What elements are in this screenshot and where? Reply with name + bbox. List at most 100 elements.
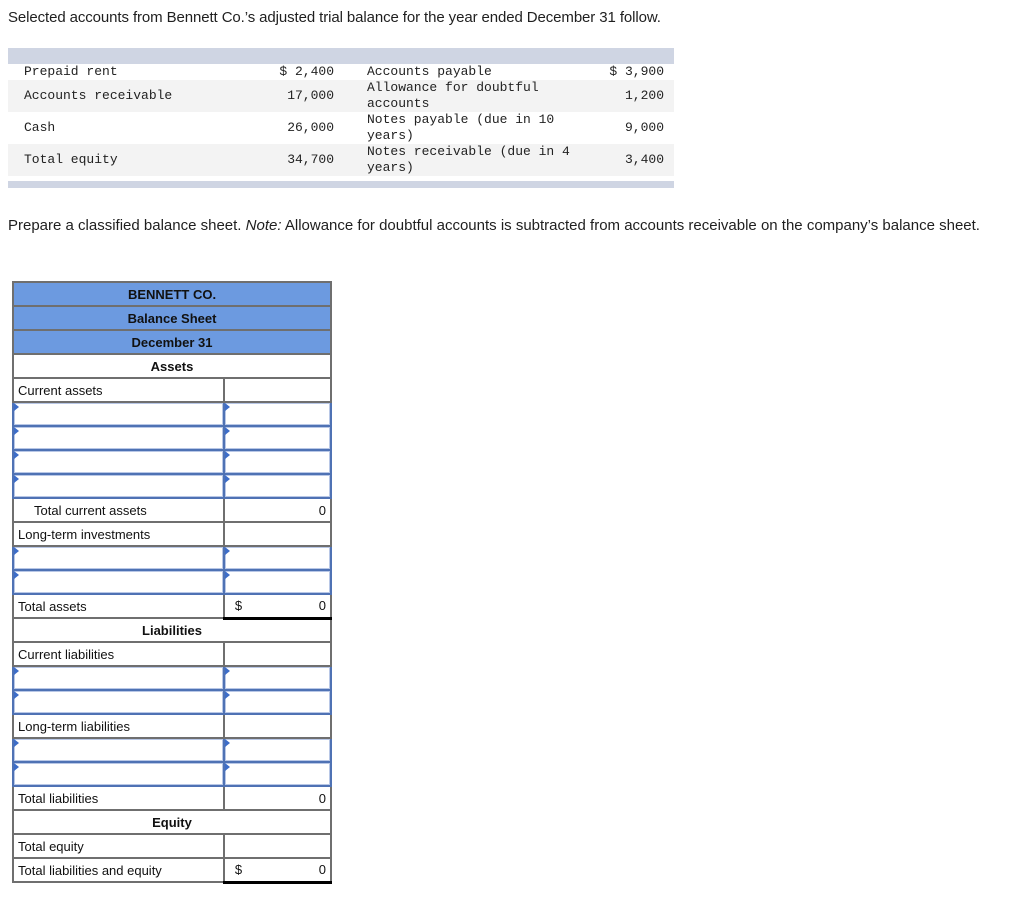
- amount-input[interactable]: [224, 691, 330, 713]
- account-name: Cash: [24, 120, 56, 135]
- long-term-investments-label: Long-term investments: [12, 521, 225, 547]
- amount-input[interactable]: [224, 547, 330, 569]
- assets-heading: Assets: [12, 353, 332, 379]
- account-select[interactable]: [12, 689, 225, 715]
- dropdown-flag-icon: [224, 667, 230, 675]
- account-name: Accounts receivable: [8, 80, 254, 112]
- amount-input[interactable]: [224, 571, 330, 593]
- amount-cell[interactable]: [222, 401, 333, 427]
- total-current-assets-label: Total current assets: [12, 497, 225, 523]
- dropdown-flag-icon: [224, 739, 230, 747]
- balance-sheet-form: BENNETT CO. Balance Sheet December 31 As…: [12, 281, 333, 884]
- account-value: 17,000: [254, 80, 342, 112]
- account-select[interactable]: [12, 401, 225, 427]
- amount-cell[interactable]: [222, 449, 333, 475]
- account-input[interactable]: [14, 547, 223, 569]
- input-row: [12, 449, 333, 475]
- account-value: 9,000: [624, 120, 664, 135]
- total-current-assets-value: 0: [222, 497, 333, 523]
- input-row: [12, 569, 333, 595]
- amount-cell[interactable]: [222, 665, 333, 691]
- account-select[interactable]: [12, 449, 225, 475]
- account-select[interactable]: [12, 761, 225, 787]
- input-row: [12, 545, 333, 571]
- liabilities-heading: Liabilities: [12, 617, 332, 643]
- input-row: [12, 473, 333, 499]
- input-row: [12, 425, 333, 451]
- account-input[interactable]: [14, 475, 223, 497]
- amount-input[interactable]: [224, 739, 330, 761]
- statement-date: December 31: [12, 329, 332, 355]
- total-liabilities-equity-value: $0: [222, 857, 333, 884]
- input-row: [12, 665, 333, 691]
- dropdown-flag-icon: [14, 451, 19, 459]
- dropdown-flag-icon: [14, 667, 19, 675]
- input-row: [12, 401, 333, 427]
- account-input[interactable]: [14, 739, 223, 761]
- account-input[interactable]: [14, 691, 223, 713]
- amount-input[interactable]: [224, 667, 330, 689]
- account-input[interactable]: [14, 403, 223, 425]
- amount-input[interactable]: [224, 763, 330, 785]
- account-input[interactable]: [14, 451, 223, 473]
- amount-cell[interactable]: [222, 425, 333, 451]
- dropdown-flag-icon: [224, 475, 230, 483]
- account-input[interactable]: [14, 667, 223, 689]
- amount-input[interactable]: [224, 427, 330, 449]
- total-assets-amount: 0: [318, 598, 326, 614]
- amount-cell[interactable]: [222, 545, 333, 571]
- dropdown-flag-icon: [224, 451, 230, 459]
- account-select[interactable]: [12, 473, 225, 499]
- currency-symbol: $: [234, 598, 243, 613]
- company-name: BENNETT CO.: [12, 281, 332, 307]
- dropdown-flag-icon: [14, 739, 19, 747]
- amount-cell[interactable]: [222, 569, 333, 595]
- trial-row: Accounts receivable 17,000 Allowance for…: [8, 80, 674, 112]
- account-value: $ 3,900: [609, 64, 664, 79]
- trial-balance-table: Prepaid rent $ 2,400 Accounts payable $ …: [8, 48, 674, 188]
- total-equity-value: [222, 833, 333, 859]
- input-row: [12, 689, 333, 715]
- dropdown-flag-icon: [224, 763, 230, 771]
- total-assets-value: $0: [222, 593, 333, 620]
- trial-row: Prepaid rent $ 2,400 Accounts payable $ …: [8, 64, 674, 80]
- trial-row: Cash 26,000 Notes payable (due in 10 yea…: [8, 112, 674, 144]
- dropdown-flag-icon: [14, 427, 19, 435]
- account-value: 26,000: [287, 120, 334, 135]
- amount-cell[interactable]: [222, 737, 333, 763]
- total-liabilities-value: 0: [222, 785, 333, 811]
- input-row: [12, 737, 333, 763]
- account-input[interactable]: [14, 571, 223, 593]
- note-label: Note:: [245, 217, 282, 234]
- account-input[interactable]: [14, 427, 223, 449]
- dropdown-flag-icon: [224, 427, 230, 435]
- account-value: 3,400: [587, 144, 674, 176]
- amount-input[interactable]: [224, 475, 330, 497]
- account-select[interactable]: [12, 545, 225, 571]
- table-footer-bar: [8, 181, 674, 188]
- account-value: 34,700: [254, 144, 342, 176]
- long-term-liabilities-label: Long-term liabilities: [12, 713, 225, 739]
- amount-cell[interactable]: [222, 689, 333, 715]
- intro-text: Selected accounts from Bennett Co.’s adj…: [8, 9, 661, 26]
- amount-cell[interactable]: [222, 761, 333, 787]
- note-text: Allowance for doubtful accounts is subtr…: [284, 217, 980, 234]
- current-liabilities-label: Current liabilities: [12, 641, 225, 667]
- dropdown-flag-icon: [224, 547, 230, 555]
- amount-input[interactable]: [224, 403, 330, 425]
- dropdown-flag-icon: [14, 691, 19, 699]
- dropdown-flag-icon: [224, 571, 230, 579]
- account-select[interactable]: [12, 737, 225, 763]
- account-name: Prepaid rent: [24, 64, 118, 79]
- total-liabilities-label: Total liabilities: [12, 785, 225, 811]
- account-value: $ 2,400: [279, 64, 334, 79]
- account-input[interactable]: [14, 763, 223, 785]
- dropdown-flag-icon: [14, 475, 19, 483]
- account-select[interactable]: [12, 425, 225, 451]
- account-select[interactable]: [12, 569, 225, 595]
- total-equity-label: Total equity: [12, 833, 225, 859]
- amount-input[interactable]: [224, 451, 330, 473]
- amount-cell[interactable]: [222, 473, 333, 499]
- total-assets-label: Total assets: [12, 593, 225, 619]
- account-select[interactable]: [12, 665, 225, 691]
